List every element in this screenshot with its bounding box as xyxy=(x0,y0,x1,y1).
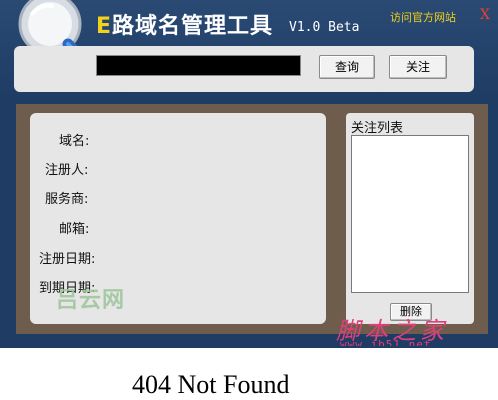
watchlist-title: 关注列表 xyxy=(351,121,404,136)
field-label-email: 邮箱: xyxy=(59,222,90,237)
domain-search-input[interactable] xyxy=(96,55,301,76)
watchlist-listbox[interactable] xyxy=(351,135,469,293)
title-text: 路域名管理工具 xyxy=(112,14,274,39)
field-label-domain: 域名: xyxy=(59,134,90,149)
watchlist-panel: 关注列表 删除 xyxy=(346,113,474,324)
error-heading: 404 Not Found xyxy=(132,370,290,399)
browser-content-area: 404 Not Found xyxy=(0,346,498,399)
query-button[interactable]: 查询 xyxy=(319,55,375,79)
field-label-registrant: 注册人: xyxy=(45,163,89,178)
watermark-url: www.jb51.net xyxy=(340,338,432,346)
search-bar: 查询 关注 xyxy=(14,46,474,92)
field-label-registration-date: 注册日期: xyxy=(39,252,96,267)
field-label-registrar: 服务商: xyxy=(45,192,89,207)
content-frame: 域名: 注册人: 服务商: 邮箱: 注册日期: 到期日期: 关注列表 删除 xyxy=(16,104,488,334)
app-window: E路域名管理工具 V1.0 Beta 访问官方网站 X 查询 关注 域名: 注册… xyxy=(0,0,498,346)
close-button[interactable]: X xyxy=(480,7,490,23)
title-e: E xyxy=(96,14,113,39)
field-label-expiry-date: 到期日期: xyxy=(39,281,96,296)
visit-website-link[interactable]: 访问官方网站 xyxy=(390,9,456,25)
app-title: E路域名管理工具 xyxy=(96,8,273,40)
version-label: V1.0 Beta xyxy=(289,20,360,35)
domain-info-panel: 域名: 注册人: 服务商: 邮箱: 注册日期: 到期日期: xyxy=(30,113,326,324)
delete-button[interactable]: 删除 xyxy=(390,303,432,321)
follow-button[interactable]: 关注 xyxy=(389,55,447,79)
